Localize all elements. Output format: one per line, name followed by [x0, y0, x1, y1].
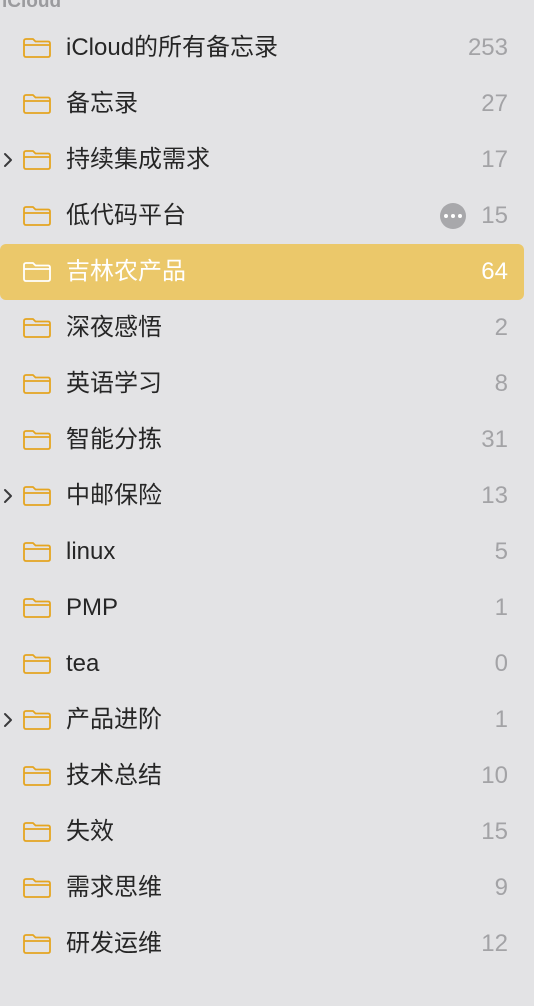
folder-label: tea [66, 650, 100, 677]
folder-count: 27 [481, 90, 508, 117]
folder-icon [23, 542, 51, 562]
folder-count: 1 [494, 594, 508, 621]
folder-label: 备忘录 [66, 90, 138, 117]
folder-count: 13 [481, 482, 508, 509]
folder-count: 8 [494, 370, 508, 397]
folder-label: iCloud的所有备忘录 [66, 34, 279, 61]
folder-label: 需求思维 [66, 874, 162, 901]
folder-icon [23, 318, 51, 338]
folder-list: iCloud的所有备忘录 253 备忘录 27 持续集成需求 17 低代码平台 15 吉林农产品… [0, 20, 534, 972]
folder-count: 2 [494, 314, 508, 341]
folder-count: 9 [494, 874, 508, 901]
folder-label: 中邮保险 [66, 482, 162, 509]
folder-count: 12 [481, 930, 508, 957]
folder-row[interactable]: 持续集成需求 17 [0, 132, 524, 188]
folder-row[interactable]: 吉林农产品 64 [0, 244, 524, 300]
disclosure-chevron-icon[interactable] [2, 712, 14, 728]
folder-row[interactable]: 中邮保险 13 [0, 468, 524, 524]
folder-label: 研发运维 [66, 930, 162, 957]
more-options-icon[interactable] [440, 203, 466, 229]
folder-row[interactable]: 研发运维 12 [0, 916, 524, 972]
folder-count: 31 [481, 426, 508, 453]
folder-label: 低代码平台 [66, 202, 186, 229]
folder-icon [23, 430, 51, 450]
folder-icon [23, 654, 51, 674]
folder-label: 失效 [66, 818, 114, 845]
disclosure-chevron-icon[interactable] [2, 488, 14, 504]
folder-label: 持续集成需求 [66, 146, 210, 173]
folder-count: 15 [481, 202, 508, 229]
folder-icon [23, 766, 51, 786]
folder-label: PMP [66, 594, 119, 621]
folder-row[interactable]: iCloud的所有备忘录 253 [0, 20, 524, 76]
folder-row[interactable]: 产品进阶 1 [0, 692, 524, 748]
folder-icon [23, 878, 51, 898]
section-header-icloud: iCloud [2, 0, 62, 12]
folder-icon [23, 598, 51, 618]
disclosure-chevron-icon[interactable] [2, 152, 14, 168]
folder-label: 产品进阶 [66, 706, 162, 733]
folder-count: 64 [481, 258, 508, 285]
folder-label: 技术总结 [66, 762, 162, 789]
folder-row[interactable]: 智能分拣 31 [0, 412, 524, 468]
folder-count: 5 [494, 538, 508, 565]
folder-label: 智能分拣 [66, 426, 162, 453]
folder-count: 1 [494, 706, 508, 733]
folder-count: 10 [481, 762, 508, 789]
folder-icon [23, 206, 51, 226]
folder-row[interactable]: 需求思维 9 [0, 860, 524, 916]
folder-row[interactable]: tea 0 [0, 636, 524, 692]
folder-row[interactable]: PMP 1 [0, 580, 524, 636]
folder-icon [23, 262, 51, 282]
folder-count: 15 [481, 818, 508, 845]
folder-label: 英语学习 [66, 370, 162, 397]
folder-count: 0 [494, 650, 508, 677]
folder-row[interactable]: 技术总结 10 [0, 748, 524, 804]
folder-row[interactable]: 备忘录 27 [0, 76, 524, 132]
folder-icon [23, 934, 51, 954]
folder-label: 深夜感悟 [66, 314, 162, 341]
folder-count: 253 [467, 34, 508, 61]
folder-row[interactable]: 低代码平台 15 [0, 188, 524, 244]
folder-row[interactable]: 英语学习 8 [0, 356, 524, 412]
folder-count: 17 [481, 146, 508, 173]
folder-icon [23, 486, 51, 506]
folder-icon [23, 822, 51, 842]
folder-row[interactable]: linux 5 [0, 524, 524, 580]
folder-row[interactable]: 深夜感悟 2 [0, 300, 524, 356]
folder-icon [23, 94, 51, 114]
folder-row[interactable]: 失效 15 [0, 804, 524, 860]
folder-label: 吉林农产品 [66, 258, 186, 285]
folder-icon [23, 374, 51, 394]
folder-icon [23, 150, 51, 170]
folder-label: linux [66, 538, 116, 565]
folder-icon [23, 710, 51, 730]
folder-icon [23, 38, 51, 58]
